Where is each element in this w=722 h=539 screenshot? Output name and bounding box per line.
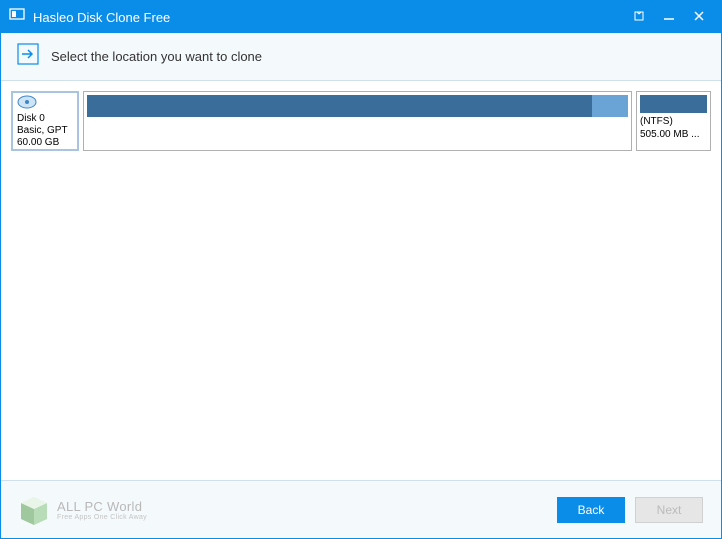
watermark-box-icon bbox=[19, 493, 49, 527]
disk-type: Basic, GPT bbox=[17, 125, 73, 137]
titlebar: Hasleo Disk Clone Free bbox=[1, 1, 721, 33]
partition-side[interactable]: (NTFS) 505.00 MB ... bbox=[636, 91, 711, 151]
bar-free bbox=[592, 95, 628, 117]
partition-usage-bar bbox=[87, 95, 628, 117]
window: Hasleo Disk Clone Free Select the locati… bbox=[0, 0, 722, 539]
app-icon bbox=[9, 7, 25, 28]
back-button[interactable]: Back bbox=[557, 497, 625, 523]
watermark-text: ALL PC World Free Apps One Click Away bbox=[57, 499, 147, 521]
watermark-subtitle: Free Apps One Click Away bbox=[57, 514, 147, 521]
restore-icon[interactable] bbox=[633, 10, 645, 25]
footer: ALL PC World Free Apps One Click Away Ba… bbox=[1, 480, 721, 538]
close-icon[interactable] bbox=[693, 10, 705, 25]
subheader-text: Select the location you want to clone bbox=[51, 49, 262, 64]
window-title: Hasleo Disk Clone Free bbox=[33, 10, 633, 25]
minimize-icon[interactable] bbox=[663, 10, 675, 25]
titlebar-controls bbox=[633, 10, 713, 25]
footer-buttons: Back Next bbox=[557, 497, 703, 523]
bar-used bbox=[87, 95, 592, 117]
partition-fs: (NTFS) bbox=[640, 115, 707, 128]
disk-label-box[interactable]: Disk 0 Basic, GPT 60.00 GB bbox=[11, 91, 79, 151]
disk-size: 60.00 GB bbox=[17, 137, 73, 149]
disk-icon bbox=[17, 95, 37, 113]
disk-row[interactable]: Disk 0 Basic, GPT 60.00 GB (NTFS) 505.00… bbox=[11, 91, 711, 151]
subheader: Select the location you want to clone bbox=[1, 33, 721, 81]
side-usage-bar bbox=[640, 95, 707, 113]
partition-size: 505.00 MB ... bbox=[640, 128, 707, 141]
content-area: Disk 0 Basic, GPT 60.00 GB (NTFS) 505.00… bbox=[1, 81, 721, 480]
watermark-title: ALL PC World bbox=[57, 499, 147, 514]
clone-direction-icon bbox=[17, 43, 39, 70]
watermark: ALL PC World Free Apps One Click Away bbox=[19, 493, 557, 527]
next-button: Next bbox=[635, 497, 703, 523]
disk-name: Disk 0 bbox=[17, 113, 73, 125]
partition-main[interactable] bbox=[83, 91, 632, 151]
